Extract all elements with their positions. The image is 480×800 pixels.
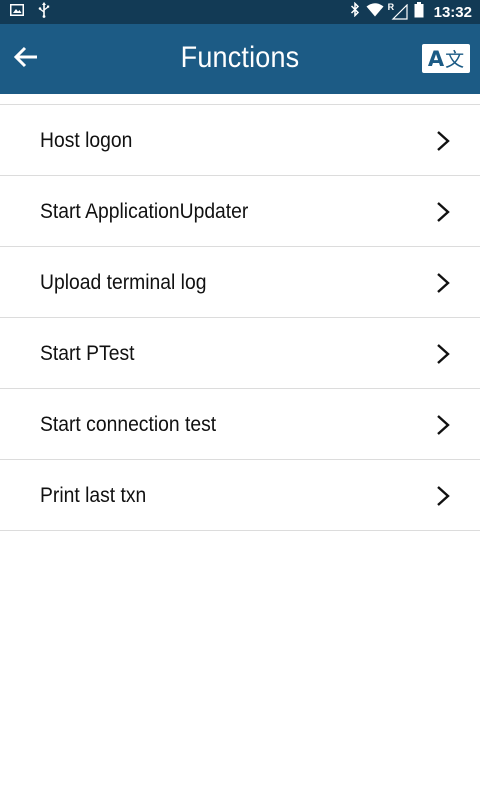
wifi-icon	[366, 2, 384, 22]
screen: R 13:32 Functions A 文 Host logon Start A…	[0, 0, 480, 800]
list-item-label: Print last txn	[40, 484, 147, 507]
list-item-label: Start ApplicationUpdater	[40, 200, 249, 223]
image-icon	[10, 3, 24, 21]
list-item-label: Upload terminal log	[40, 271, 207, 294]
list-item-print-last-txn[interactable]: Print last txn	[0, 460, 480, 531]
battery-icon	[414, 1, 424, 23]
usb-icon	[38, 1, 50, 23]
status-right: R 13:32	[350, 0, 472, 24]
status-left	[10, 0, 50, 24]
language-icon-cjk: 文	[445, 49, 465, 71]
language-icon-latin: A	[427, 46, 445, 71]
list-item-label: Start connection test	[40, 413, 217, 436]
language-button[interactable]: A 文	[422, 44, 470, 73]
list-item-upload-terminal-log[interactable]: Upload terminal log	[0, 247, 480, 318]
chevron-right-icon	[437, 202, 450, 222]
page-title: Functions	[180, 41, 300, 74]
app-bar: Functions A 文	[0, 24, 480, 94]
signal-icon: R	[388, 2, 408, 20]
chevron-right-icon	[437, 344, 450, 364]
list-item-label: Host logon	[40, 129, 133, 152]
arrow-left-icon	[13, 46, 39, 73]
list-item-start-connection-test[interactable]: Start connection test	[0, 389, 480, 460]
function-list: Host logon Start ApplicationUpdater Uplo…	[0, 104, 480, 531]
chevron-right-icon	[437, 486, 450, 506]
chevron-right-icon	[437, 131, 450, 151]
bluetooth-icon	[350, 1, 360, 22]
list-item-label: Start PTest	[40, 342, 135, 365]
chevron-right-icon	[437, 415, 450, 435]
back-button[interactable]	[8, 41, 44, 77]
status-time: 13:32	[433, 3, 472, 21]
list-item-host-logon[interactable]: Host logon	[0, 105, 480, 176]
chevron-right-icon	[437, 273, 450, 293]
list-item-start-ptest[interactable]: Start PTest	[0, 318, 480, 389]
status-bar: R 13:32	[0, 0, 480, 24]
list-item-start-applicationupdater[interactable]: Start ApplicationUpdater	[0, 176, 480, 247]
